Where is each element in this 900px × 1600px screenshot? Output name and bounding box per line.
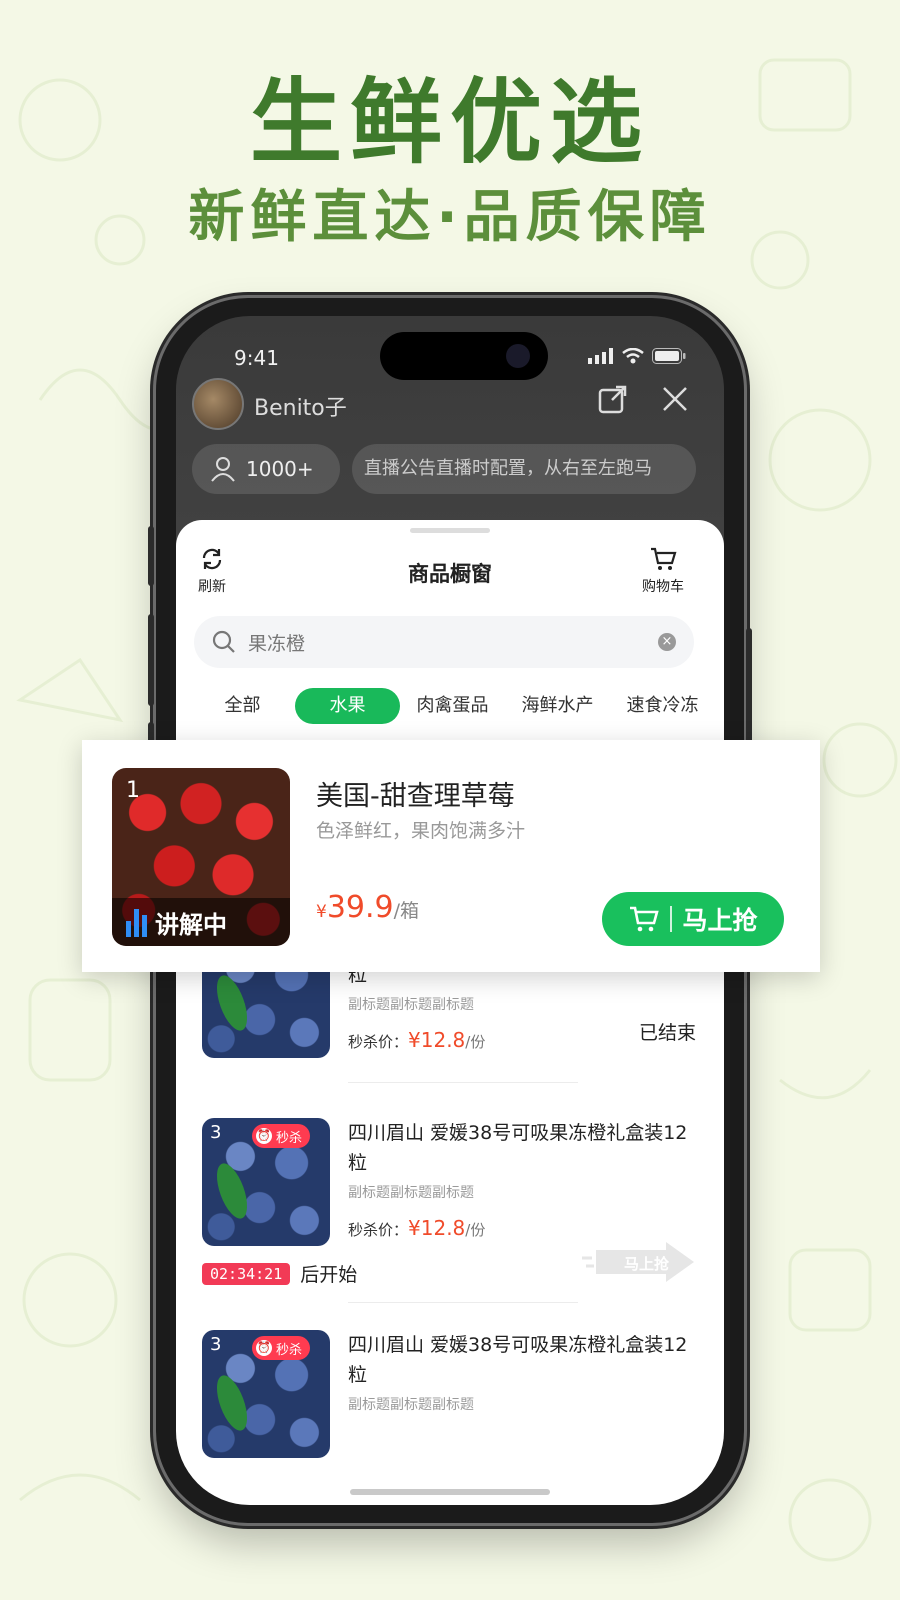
person-icon (211, 457, 235, 482)
tab-fruit[interactable]: 水果 (295, 688, 400, 724)
item-subtitle: 副标题副标题副标题 (348, 997, 474, 1013)
featured-product-card[interactable]: 1 讲解中 美国-甜查理草莓 色泽鲜红，果肉饱满多汁 ¥39.9/箱 马上抢 (82, 740, 820, 972)
item-rank: 3 (210, 1122, 222, 1143)
subheadline: 新鲜直达·品质保障 (188, 185, 712, 250)
item-subtitle: 副标题副标题副标题 (348, 1397, 474, 1413)
host-name: Benito子 (254, 396, 347, 421)
power-button (746, 628, 752, 758)
countdown-timer: 02:34:21 (202, 1262, 291, 1285)
viewer-count-text: 1000+ (246, 457, 314, 481)
divider (348, 1082, 578, 1083)
item-status: 已结束 (638, 1022, 696, 1044)
search-value: 果冻橙 (248, 632, 306, 655)
item-price: 秒杀价：¥12.8/份 (348, 1216, 486, 1240)
featured-subtitle: 色泽鲜红，果肉饱满多汁 (316, 820, 526, 842)
item-title: 四川眉山 爱媛38号可吸果冻橙礼盒装12粒 (348, 1334, 688, 1386)
product-thumbnail: 3 ⏰秒杀 (202, 1118, 330, 1246)
live-bars-icon (126, 907, 147, 937)
wifi-icon (622, 348, 644, 364)
item-price: 秒杀价：¥12.8/份 (348, 1028, 486, 1052)
camera-icon (506, 344, 530, 368)
search-icon (212, 630, 235, 653)
volume-up-button (148, 614, 154, 706)
viewer-count: 1000+ (192, 444, 340, 494)
cart-icon (630, 906, 660, 932)
grab-label: 马上抢 (624, 1255, 670, 1273)
product-showcase-sheet: 刷新 商品橱窗 购物车 果冻橙 × 全部 水果 肉禽蛋品 海鲜水产 速食冷冻 粒… (176, 520, 724, 1505)
item-subtitle: 副标题副标题副标题 (348, 1185, 474, 1201)
countdown: 02:34:21 后开始 (202, 1260, 357, 1287)
item-rank: 3 (210, 1334, 222, 1355)
alarm-icon: ⏰ (256, 1340, 272, 1356)
sheet-grabber[interactable] (410, 528, 490, 533)
tab-meat-eggs[interactable]: 肉禽蛋品 (400, 688, 505, 724)
alarm-icon: ⏰ (256, 1128, 272, 1144)
tab-frozen[interactable]: 速食冷冻 (610, 688, 715, 724)
countdown-suffix: 后开始 (300, 1264, 358, 1286)
announcement-marquee: 直播公告直播时配置，从右至左跑马 (352, 444, 696, 494)
host-avatar[interactable] (192, 378, 244, 430)
tab-seafood[interactable]: 海鲜水产 (505, 688, 610, 724)
item-title: 四川眉山 爱媛38号可吸果冻橙礼盒装12粒 (348, 1122, 688, 1174)
featured-product-image: 1 讲解中 (112, 768, 290, 946)
mute-button (148, 526, 154, 586)
featured-price: ¥39.9/箱 (316, 890, 420, 925)
cart-label: 购物车 (642, 579, 684, 595)
tab-all[interactable]: 全部 (190, 688, 295, 724)
cart-icon (651, 547, 677, 570)
product-thumbnail: 3 ⏰秒杀 (202, 1330, 330, 1458)
headline: 生鲜优选 (249, 69, 650, 176)
cart-button[interactable]: 购物车 (642, 546, 684, 596)
buy-now-label: 马上抢 (682, 906, 758, 935)
battery-icon (652, 348, 686, 364)
close-icon[interactable] (658, 382, 692, 416)
buy-now-button[interactable]: 马上抢 (602, 892, 784, 946)
status-time: 9:41 (234, 346, 279, 370)
share-icon[interactable] (596, 382, 630, 416)
clear-search-icon[interactable]: × (658, 633, 676, 651)
category-tabs: 全部 水果 肉禽蛋品 海鲜水产 速食冷冻 (190, 688, 724, 724)
flash-sale-tag: ⏰秒杀 (252, 1336, 311, 1360)
live-explaining-badge: 讲解中 (112, 898, 290, 946)
featured-title: 美国-甜查理草莓 (316, 781, 515, 812)
status-icons (588, 348, 686, 364)
dynamic-island (380, 332, 548, 380)
divider (348, 1302, 578, 1303)
flash-sale-tag: ⏰秒杀 (252, 1124, 311, 1148)
home-indicator (350, 1489, 550, 1495)
signal-icon (588, 348, 613, 364)
search-input[interactable]: 果冻橙 × (194, 616, 694, 668)
featured-rank: 1 (126, 778, 140, 803)
live-badge-text: 讲解中 (155, 910, 227, 939)
grab-button-disabled[interactable]: 马上抢 (582, 1240, 702, 1284)
